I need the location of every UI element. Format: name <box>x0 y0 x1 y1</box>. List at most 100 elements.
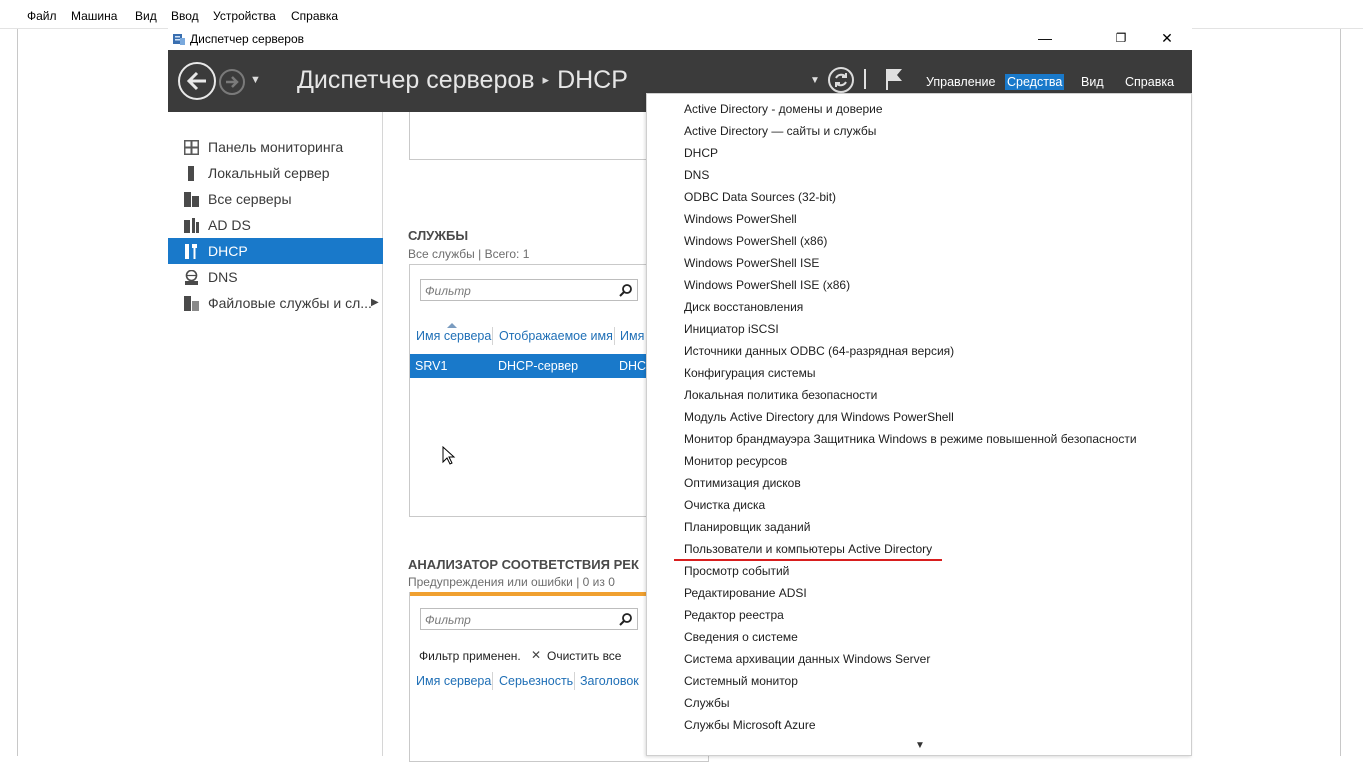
bpa-title: АНАЛИЗАТОР СООТВЕТСТВИЯ РЕК <box>408 557 639 572</box>
menu-item[interactable]: DNS <box>684 168 709 182</box>
column-separator <box>574 672 575 690</box>
menu-item[interactable]: Монитор ресурсов <box>684 454 787 468</box>
sidebar-item-label: Все серверы <box>208 191 292 207</box>
menu-item[interactable]: Системный монитор <box>684 674 798 688</box>
dhcp-icon <box>185 244 197 259</box>
menu-view[interactable]: Вид <box>1079 74 1106 90</box>
notifications-flag-icon[interactable] <box>884 67 904 91</box>
menu-item[interactable]: Windows PowerShell ISE (x86) <box>684 278 850 292</box>
host-menu-input[interactable]: Ввод <box>171 9 199 23</box>
sidebar-item-dns[interactable]: DNS <box>168 264 383 290</box>
column-header-display-name[interactable]: Отображаемое имя <box>499 329 613 343</box>
menu-item[interactable]: Active Directory — сайты и службы <box>684 124 876 138</box>
menu-manage[interactable]: Управление <box>924 74 998 90</box>
host-menu-view[interactable]: Вид <box>135 9 157 23</box>
sidebar-item-all-servers[interactable]: Все серверы <box>168 186 383 212</box>
bpa-filter-input[interactable]: Фильтр <box>420 608 638 630</box>
menu-item[interactable]: DHCP <box>684 146 718 160</box>
sidebar-item-label: AD DS <box>208 217 251 233</box>
column-header-server-name[interactable]: Имя сервера <box>416 674 491 688</box>
menu-item[interactable]: Службы <box>684 696 729 710</box>
menu-item[interactable]: Windows PowerShell <box>684 212 797 226</box>
arrow-right-icon <box>226 76 239 88</box>
menu-item[interactable]: Просмотр событий <box>684 564 789 578</box>
menu-item[interactable]: Локальная политика безопасности <box>684 388 877 402</box>
sidebar-item-label: DNS <box>208 269 238 285</box>
sidebar: Панель мониторинга Локальный сервер Все … <box>168 112 383 756</box>
red-annotation-underline <box>674 559 942 561</box>
chevron-right-icon: ▶ <box>371 297 379 308</box>
menu-item[interactable]: Система архивации данных Windows Server <box>684 652 930 666</box>
clear-all-link[interactable]: Очистить все <box>547 649 621 663</box>
menu-item[interactable]: Конфигурация системы <box>684 366 815 380</box>
cell-name: DHC <box>619 359 647 373</box>
breadcrumb-separator-icon: ▸ <box>542 72 550 87</box>
column-header-name[interactable]: Имя <box>620 329 644 343</box>
sidebar-item-file-services[interactable]: Файловые службы и сл... ▶ <box>168 290 383 316</box>
ad-ds-icon <box>184 218 199 233</box>
column-header-title[interactable]: Заголовок <box>580 674 639 688</box>
refresh-button[interactable] <box>828 67 854 93</box>
cell-server: SRV1 <box>415 359 448 373</box>
sidebar-item-label: Локальный сервер <box>208 165 330 181</box>
menu-item[interactable]: Очистка диска <box>684 498 765 512</box>
mouse-cursor-icon <box>442 446 456 465</box>
menu-item[interactable]: Оптимизация дисков <box>684 476 801 490</box>
breadcrumb-current: DHCP <box>557 66 628 94</box>
header-dropdown-icon[interactable]: ▼ <box>810 75 820 86</box>
menu-item[interactable]: Windows PowerShell ISE <box>684 256 819 270</box>
header-divider <box>864 69 866 89</box>
scroll-down-icon[interactable]: ▼ <box>915 740 925 751</box>
search-icon[interactable] <box>619 283 633 297</box>
host-menu-machine[interactable]: Машина <box>71 9 117 23</box>
menu-item[interactable]: Источники данных ODBC (64-разрядная верс… <box>684 344 954 358</box>
host-menu-devices[interactable]: Устройства <box>213 9 276 23</box>
host-menu-help[interactable]: Справка <box>291 9 338 23</box>
search-icon[interactable] <box>619 612 633 626</box>
servers-icon <box>184 192 199 207</box>
services-title: СЛУЖБЫ <box>408 228 469 243</box>
menu-item[interactable]: Диск восстановления <box>684 300 803 314</box>
history-dropdown-icon[interactable]: ▼ <box>250 74 261 86</box>
host-menu-file[interactable]: Файл <box>27 9 57 23</box>
restore-button[interactable]: ❐ <box>1098 28 1144 50</box>
minimize-button[interactable]: — <box>1022 28 1068 50</box>
filter-placeholder: Фильтр <box>425 284 471 298</box>
host-menu-bar: Файл Машина Вид Ввод Устройства Справка <box>0 0 1363 29</box>
menu-tools[interactable]: Средства <box>1005 74 1065 90</box>
menu-item[interactable]: Планировщик заданий <box>684 520 810 534</box>
menu-item[interactable]: Сведения о системе <box>684 630 798 644</box>
menu-item[interactable]: ODBC Data Sources (32-bit) <box>684 190 836 204</box>
menu-item[interactable]: Инициатор iSCSI <box>684 322 779 336</box>
sidebar-item-ad-ds[interactable]: AD DS <box>168 212 383 238</box>
server-icon <box>188 166 194 181</box>
cell-display-name: DHCP-сервер <box>498 359 579 373</box>
breadcrumb-root[interactable]: Диспетчер серверов <box>297 66 535 94</box>
host-frame-right <box>1340 29 1341 756</box>
close-button[interactable]: ✕ <box>1144 28 1190 50</box>
services-filter-input[interactable]: Фильтр <box>420 279 638 301</box>
menu-item[interactable]: Редактирование ADSI <box>684 586 807 600</box>
menu-item[interactable]: Редактор реестра <box>684 608 784 622</box>
sidebar-item-dashboard[interactable]: Панель мониторинга <box>168 134 383 160</box>
back-button[interactable] <box>178 62 216 100</box>
sort-ascending-icon <box>447 323 457 328</box>
menu-item[interactable]: Модуль Active Directory для Windows Powe… <box>684 410 954 424</box>
column-header-server-name[interactable]: Имя сервера <box>416 329 491 343</box>
menu-help[interactable]: Справка <box>1123 74 1176 90</box>
column-separator <box>492 327 493 345</box>
menu-item[interactable]: Службы Microsoft Azure <box>684 718 816 732</box>
sidebar-item-dhcp[interactable]: DHCP <box>168 238 383 264</box>
sidebar-item-local-server[interactable]: Локальный сервер <box>168 160 383 186</box>
clear-icon[interactable]: ✕ <box>531 648 541 662</box>
menu-item-aduc-highlighted[interactable]: Пользователи и компьютеры Active Directo… <box>684 542 932 556</box>
column-header-severity[interactable]: Серьезность <box>499 674 573 688</box>
host-frame-left <box>17 29 18 756</box>
dashboard-icon <box>184 140 199 155</box>
column-separator <box>492 672 493 690</box>
menu-item[interactable]: Windows PowerShell (x86) <box>684 234 827 248</box>
menu-item[interactable]: Active Directory - домены и доверие <box>684 102 883 116</box>
forward-button[interactable] <box>219 69 245 95</box>
menu-item[interactable]: Монитор брандмауэра Защитника Windows в … <box>684 432 1137 446</box>
filter-applied-label: Фильтр применен. <box>419 649 521 663</box>
